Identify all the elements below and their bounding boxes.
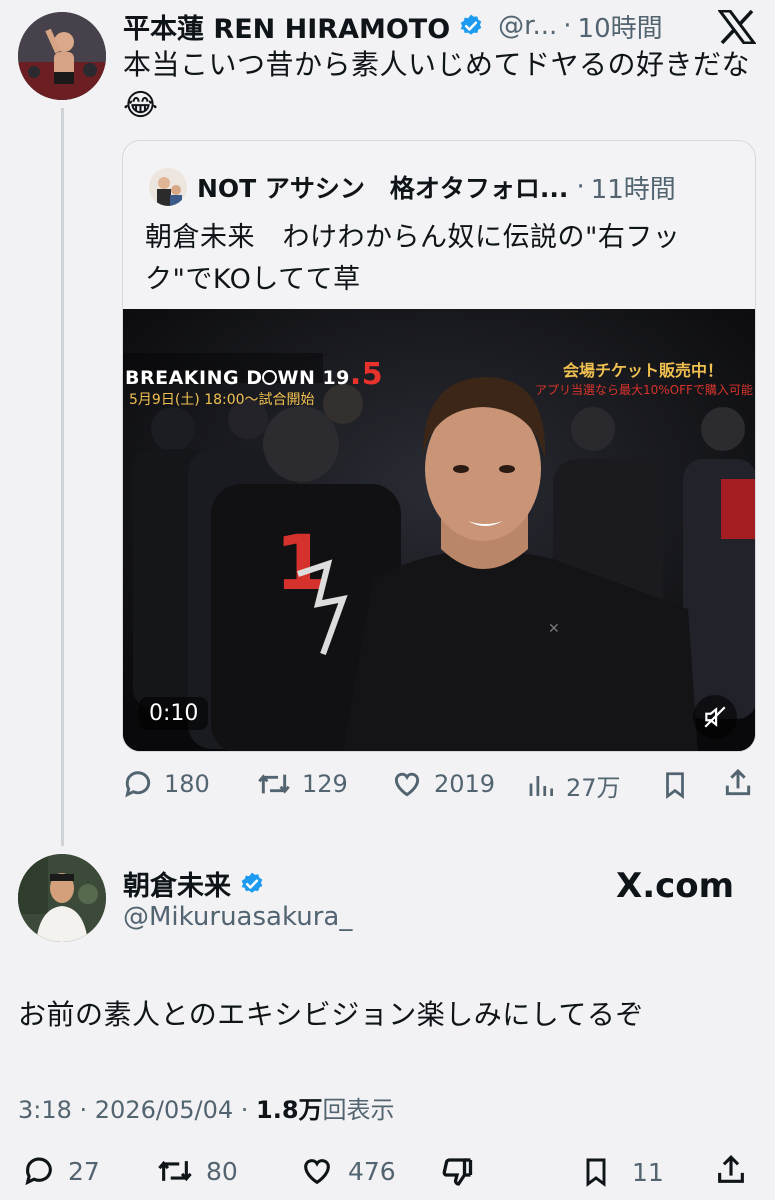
main-retweet-count: 80 xyxy=(206,1156,238,1186)
views-count: 27万 xyxy=(566,774,621,802)
xcom-label: X.com xyxy=(616,866,735,906)
verified-badge-icon xyxy=(460,14,482,35)
speaker-muted-icon xyxy=(704,706,726,728)
bookmark-icon xyxy=(586,1158,606,1187)
tweet-time[interactable]: 10時間 xyxy=(578,8,663,45)
reply-count: 180 xyxy=(164,770,210,798)
svg-text:✕: ✕ xyxy=(548,621,560,637)
handle[interactable]: @r... xyxy=(498,11,557,41)
main-views-value: 1.8万 xyxy=(256,1096,323,1124)
avatar-not-assassin xyxy=(149,168,187,206)
video-duration: 0:10 xyxy=(139,697,209,730)
main-timestamp[interactable]: 3:18 · 2026/05/04 · xyxy=(18,1096,256,1124)
overlay-o-symbol xyxy=(262,370,278,385)
video-player[interactable]: 1 ✕ BREAKING D WN 19.5 5月9日(土) 18:00〜試合開始… xyxy=(123,309,756,751)
main-share-button[interactable] xyxy=(714,1152,748,1188)
main-like-count: 476 xyxy=(348,1156,396,1186)
video-overlay-date: 5月9日(土) 18:00〜試合開始 xyxy=(129,392,315,408)
bookmark-button[interactable] xyxy=(660,768,690,802)
main-retweet-button[interactable]: 80 xyxy=(156,1154,238,1188)
retweet-icon xyxy=(158,1160,192,1182)
quoted-tweet-card[interactable]: NOT アサシン 格オタフォロ... · 11時間 朝倉未来 わけわからん奴に伝… xyxy=(122,140,756,752)
separator-dot: · xyxy=(563,11,572,41)
reply-button[interactable]: 180 xyxy=(122,768,210,800)
thread-connector-line xyxy=(61,108,64,846)
laughing-emoji-icon: 😂 xyxy=(123,88,159,123)
like-button[interactable]: 2019 xyxy=(390,768,495,800)
thumbs-down-icon xyxy=(442,1158,473,1186)
share-icon xyxy=(725,768,751,796)
retweet-count: 129 xyxy=(302,770,348,798)
main-views-label: 回表示 xyxy=(322,1096,395,1124)
video-overlay-ticket-sub: アプリ当選なら最大10%OFFで購入可能！ xyxy=(535,383,756,397)
quoted-text-line2: ク"でKOしてて草 xyxy=(145,264,361,295)
video-overlay-title: BREAKING D xyxy=(125,367,263,389)
video-overlay-number: .5 xyxy=(349,357,384,392)
main-bookmark-button[interactable]: 11 xyxy=(580,1154,664,1190)
retweet-button[interactable]: 129 xyxy=(256,768,348,800)
main-reply-count: 27 xyxy=(68,1156,100,1186)
main-bookmark-count: 11 xyxy=(632,1157,664,1187)
reply-icon xyxy=(25,1157,52,1186)
main-reply-button[interactable]: 27 xyxy=(22,1154,100,1188)
retweet-icon xyxy=(258,774,290,794)
share-icon xyxy=(718,1155,744,1183)
quoted-text-line1: 朝倉未来 わけわからん奴に伝説の"右フッ xyxy=(145,222,681,253)
quoted-display-name[interactable]: NOT アサシン 格オタフォロ... xyxy=(197,169,568,205)
like-count: 2019 xyxy=(434,770,496,798)
share-button[interactable] xyxy=(722,766,754,800)
verified-badge-icon xyxy=(241,872,263,893)
reply-icon xyxy=(125,771,151,798)
bookmark-icon xyxy=(666,772,684,799)
views-button[interactable]: 27万 xyxy=(526,768,621,803)
quoted-separator-dot: · xyxy=(576,172,585,202)
main-display-name[interactable]: 朝倉未来 xyxy=(123,864,231,903)
video-overlay-ticket: 会場チケット販売中！ xyxy=(563,361,724,380)
quoted-tweet-time: 11時間 xyxy=(590,174,676,205)
main-handle[interactable]: @Mikuruasakura_ xyxy=(123,902,352,932)
mute-button[interactable] xyxy=(693,695,737,739)
main-tweet-text: お前の素人とのエキシビジョン楽しみにしてるぞ xyxy=(18,998,644,1031)
dislike-button[interactable] xyxy=(438,1154,476,1190)
xcom-watermark: X.com xyxy=(616,866,734,906)
heart-icon xyxy=(304,1159,330,1185)
avatar-mikuru-asakura[interactable] xyxy=(18,854,106,942)
heart-icon xyxy=(394,772,420,797)
views-chart-icon xyxy=(529,775,553,796)
x-logo-icon[interactable] xyxy=(717,9,757,45)
video-overlay-title2: WN 19 xyxy=(277,367,350,389)
main-like-button[interactable]: 476 xyxy=(298,1154,396,1188)
tweet-text: 本当こいつ昔から素人いじめてドヤるの好きだな xyxy=(123,48,751,81)
display-name[interactable]: 平本蓮 REN HIRAMOTO xyxy=(123,7,450,46)
avatar-ren-hiramoto[interactable] xyxy=(18,12,106,100)
